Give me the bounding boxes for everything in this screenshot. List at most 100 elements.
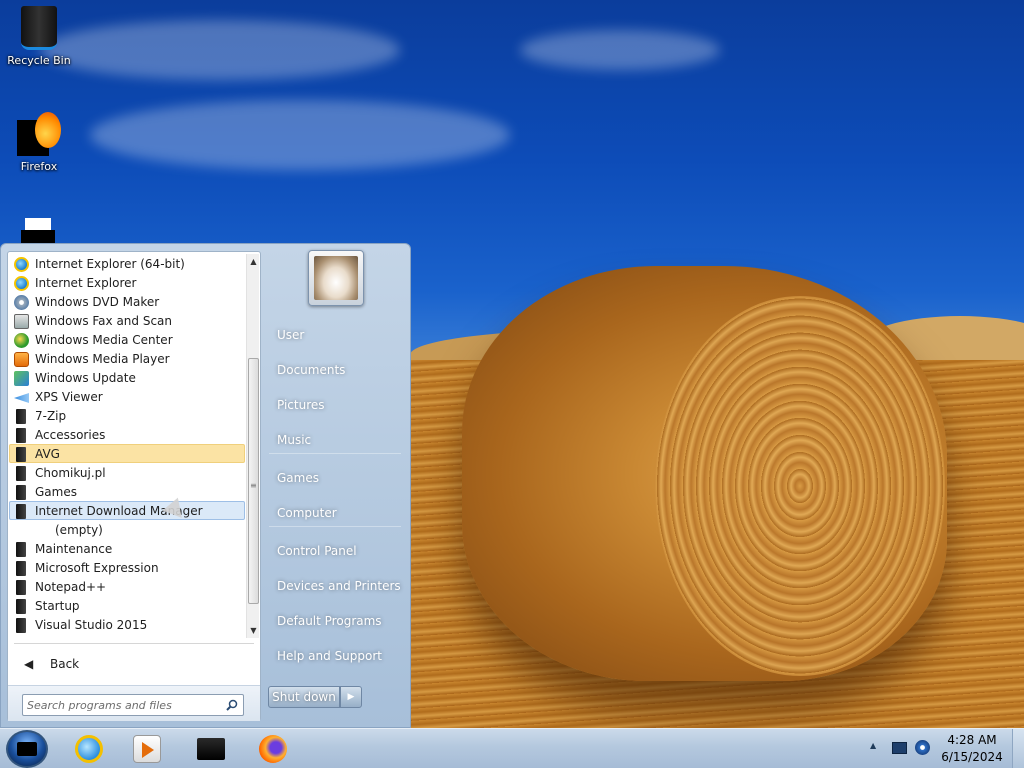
clock-time[interactable]: 4:28 AM [934,733,1010,747]
folder-icon [16,561,26,576]
program-item-label: 7-Zip [35,409,67,423]
firefox-icon [259,735,287,763]
shutdown-button[interactable]: Shut down [268,686,340,708]
folder-icon [16,485,26,500]
program-item-label: Windows Fax and Scan [35,314,173,328]
program-item[interactable]: Windows Media Center [9,330,245,349]
start-menu-left-pane: Internet Explorer (64-bit) Internet Explo… [7,251,261,721]
scroll-down-button[interactable]: ▼ [247,623,260,638]
action-center-icon[interactable] [892,742,907,754]
program-item-label: Windows Media Center [35,333,173,347]
program-item[interactable]: Games [9,482,245,501]
program-item[interactable]: Microsoft Expression [9,558,245,577]
program-item-label: Maintenance [35,542,113,556]
program-item-label: AVG [35,447,60,461]
right-item-games[interactable]: Games [268,463,402,493]
desktop-icon-firefox[interactable]: Firefox [1,112,77,173]
wallpaper-cloud [520,30,720,70]
program-item[interactable]: Windows Update [9,368,245,387]
desktop-icon-label: Firefox [20,160,58,173]
taskbar: ▲ 4:28 AM 6/15/2024 [0,728,1024,768]
search-input[interactable] [27,697,217,713]
show-desktop-button[interactable] [1012,729,1024,768]
right-item-control-panel[interactable]: Control Panel [268,536,402,566]
folder-icon [16,580,26,595]
program-item-label: Windows Media Player [35,352,170,366]
desktop-icon-label: Recycle Bin [7,54,71,67]
user-picture[interactable] [308,250,364,306]
program-item[interactable]: Internet Explorer (64-bit) [9,254,245,273]
wallpaper-cloud [40,20,400,80]
user-avatar-image [314,256,358,300]
program-item[interactable]: Windows Fax and Scan [9,311,245,330]
folder-icon [16,447,26,462]
program-item[interactable]: Visual Studio 2015 [9,615,245,634]
right-item-pictures[interactable]: Pictures [268,390,402,420]
internet-explorer-icon [14,257,29,272]
folder-icon [197,738,225,760]
program-item[interactable]: Windows Media Player [9,349,245,368]
program-item-label: Windows Update [35,371,136,385]
internet-explorer-icon [75,735,103,763]
program-item-label: Notepad++ [35,580,107,594]
places-divider [269,526,401,527]
fax-scan-icon [14,314,29,329]
right-item-devices-printers[interactable]: Devices and Printers [268,571,402,601]
right-item-music[interactable]: Music [268,425,402,455]
folder-icon [16,428,26,443]
start-menu-right-pane: User Documents Pictures Music Games Computer C… [261,244,411,729]
program-item-label: Microsoft Expression [35,561,159,575]
program-item[interactable]: Internet Download Manager [9,501,245,520]
program-item[interactable]: XPS Viewer [9,387,245,406]
start-button[interactable] [6,730,48,768]
program-item[interactable]: Notepad++ [9,577,245,596]
program-item[interactable]: AVG [9,444,245,463]
program-item[interactable]: Chomikuj.pl [9,463,245,482]
program-item-label: Accessories [35,428,106,442]
wallpaper-hay-bale-face [655,296,945,676]
desktop-icon-recycle-bin[interactable]: Recycle Bin [1,6,77,67]
back-label: Back [50,657,80,671]
back-button[interactable]: ◀ Back [12,652,252,676]
internet-explorer-icon [14,276,29,291]
taskbar-media-player[interactable] [120,731,174,767]
shutdown-options-button[interactable]: ▶ [340,686,362,708]
wallpaper-cloud [90,100,510,170]
back-arrow-icon: ◀ [24,657,34,671]
program-item[interactable]: Internet Explorer [9,273,245,292]
program-item[interactable]: Windows DVD Maker [9,292,245,311]
program-item-label: (empty) [55,523,103,537]
program-list-scrollbar[interactable]: ▲ ≡ ▼ [246,254,259,638]
all-programs-list: Internet Explorer (64-bit) Internet Explo… [9,254,245,638]
search-box[interactable] [22,694,244,716]
clock-date[interactable]: 6/15/2024 [934,750,1010,764]
right-item-user[interactable]: User [268,320,402,350]
search-area [8,685,260,721]
program-item-label: Internet Explorer (64-bit) [35,257,185,271]
right-item-documents[interactable]: Documents [268,355,402,385]
scroll-grip-icon: ≡ [250,481,257,490]
taskbar-explorer[interactable] [184,731,238,767]
media-center-icon [14,333,29,348]
network-icon[interactable] [915,740,930,755]
program-item[interactable]: Maintenance [9,539,245,558]
right-item-default-programs[interactable]: Default Programs [268,606,402,636]
folder-icon [16,466,26,481]
folder-icon [16,504,26,519]
show-hidden-icons-button[interactable]: ▲ [870,741,876,750]
search-icon[interactable] [226,699,238,711]
scroll-up-button[interactable]: ▲ [247,254,260,269]
program-item[interactable]: (empty) [9,520,245,539]
media-player-icon [14,352,29,367]
program-item[interactable]: Accessories [9,425,245,444]
program-item[interactable]: 7-Zip [9,406,245,425]
firefox-icon [17,112,61,156]
taskbar-internet-explorer[interactable] [62,731,116,767]
right-item-help-support[interactable]: Help and Support [268,641,402,671]
program-item-label: Visual Studio 2015 [35,618,148,632]
taskbar-firefox[interactable] [246,731,300,767]
windows-update-icon [14,371,29,386]
folder-icon [16,409,26,424]
right-item-computer[interactable]: Computer [268,498,402,528]
program-item[interactable]: Startup [9,596,245,615]
